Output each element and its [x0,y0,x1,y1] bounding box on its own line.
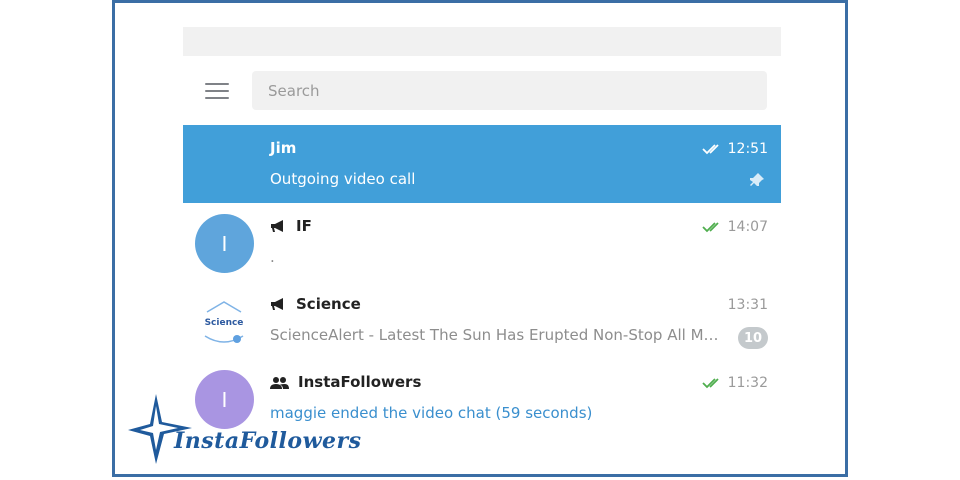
science-logo-icon: Science [205,301,244,343]
title-bar [183,27,781,56]
svg-text:Science: Science [205,318,244,328]
chat-name-wrap: Science [270,295,361,313]
megaphone-icon [271,220,283,232]
chat-meta: 11:32 [702,375,768,391]
chat-name-wrap: Jim [270,139,296,157]
avatar-science-logo: Science [195,292,254,351]
chat-name: IF [296,217,312,235]
chat-last-message: Outgoing video call [270,170,416,188]
search-input[interactable] [252,71,767,110]
avatar: I [195,214,254,273]
double-check-icon [702,378,719,389]
chat-name-wrap: InstaFollowers [270,373,421,391]
double-check-icon [702,222,719,233]
pin-icon [750,173,764,186]
unread-badge: 10 [738,327,768,349]
chat-name: InstaFollowers [298,373,422,391]
chat-name-wrap: IF [270,217,312,235]
watermark-text: InstaFollowers [174,428,362,454]
double-check-icon [702,144,719,155]
avatar-letter: I [221,231,228,256]
chat-name: Science [296,295,361,313]
group-icon [270,376,289,389]
megaphone-icon [271,298,283,310]
chat-time: 14:07 [727,219,768,235]
chat-name: Jim [270,139,297,157]
chat-meta: 14:07 [702,219,768,235]
chat-item-jim[interactable]: Jim Outgoing video call 12:51 [183,125,781,203]
chat-time: 13:31 [727,297,768,313]
chat-meta: 13:31 [728,297,768,313]
chat-last-message: ScienceAlert - Latest The Sun Has Erupte… [270,326,720,344]
chat-time: 12:51 [727,141,768,157]
chat-last-message: . [270,248,275,266]
chat-last-message: maggie ended the video chat (59 seconds) [270,404,593,422]
chat-time: 11:32 [727,375,768,391]
chat-meta: 12:51 [702,141,768,157]
instafollowers-watermark: InstaFollowers [126,392,361,468]
hamburger-menu-icon[interactable] [205,82,229,100]
chat-item-science[interactable]: Science Science ScienceAlert - Latest Th… [183,281,781,359]
chat-item-if[interactable]: I IF . 14:07 [183,203,781,281]
